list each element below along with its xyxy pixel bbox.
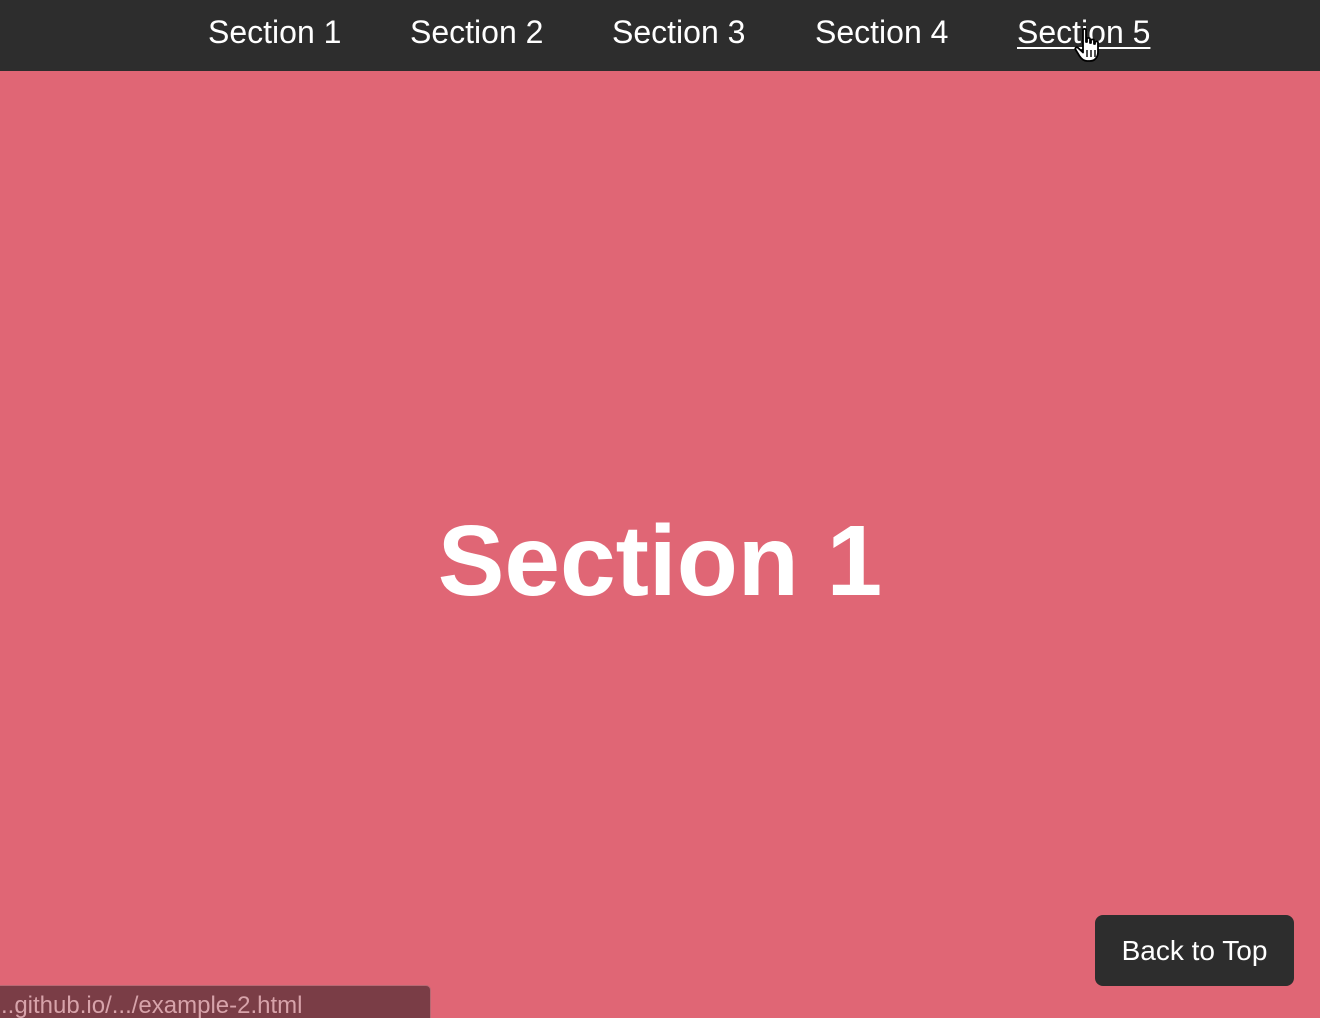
nav-link-section-3[interactable]: Section 3 xyxy=(612,13,745,51)
top-navbar: Section 1 Section 2 Section 3 Section 4 … xyxy=(0,0,1320,71)
nav-link-section-2[interactable]: Section 2 xyxy=(410,13,543,51)
section-1: Section 1 xyxy=(0,71,1320,1018)
nav-link-section-4[interactable]: Section 4 xyxy=(815,13,948,51)
nav-link-section-1[interactable]: Section 1 xyxy=(208,13,341,51)
section-title: Section 1 xyxy=(437,505,883,617)
back-to-top-button[interactable]: Back to Top xyxy=(1095,915,1294,986)
status-bar-url: ..github.io/.../example-2.html xyxy=(1,992,303,1018)
nav-link-section-5[interactable]: Section 5 xyxy=(1017,13,1150,51)
link-status-bar: ..github.io/.../example-2.html xyxy=(0,985,431,1018)
